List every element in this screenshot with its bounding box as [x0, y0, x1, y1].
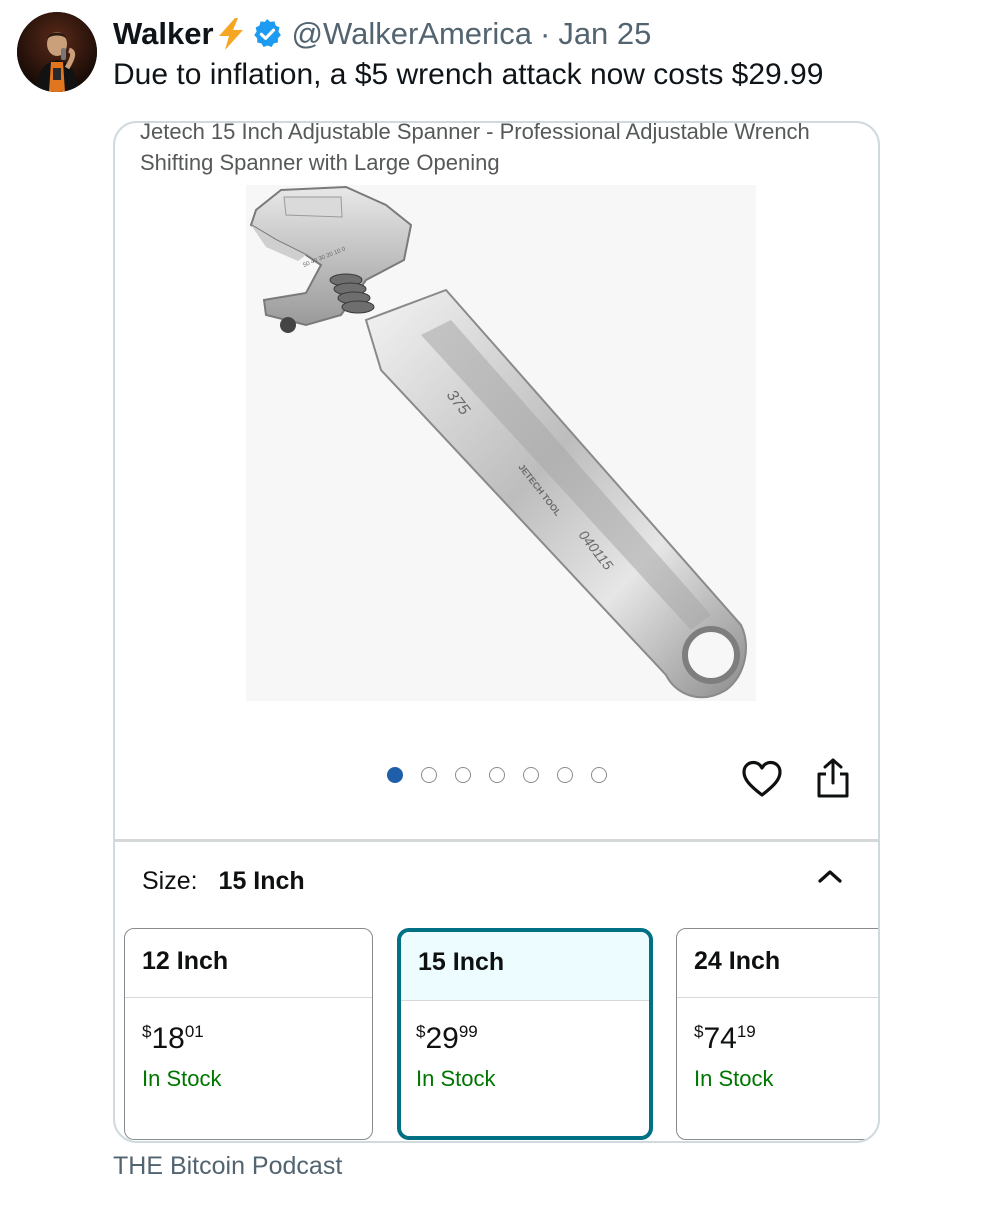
attached-image-card[interactable]: Jetech 15 Inch Adjustable Spanner - Prof… [113, 121, 880, 1143]
chevron-up-icon[interactable] [815, 864, 845, 888]
image-source-label[interactable]: THE Bitcoin Podcast [113, 1152, 342, 1181]
stock-status: In Stock [416, 1066, 496, 1091]
image-gallery-dots[interactable] [387, 767, 607, 783]
author-handle[interactable]: @WalkerAmerica [292, 16, 532, 52]
size-option-name: 12 Inch [125, 929, 372, 998]
gallery-dot-5[interactable] [523, 767, 539, 783]
section-divider [115, 839, 878, 842]
heart-icon[interactable] [741, 759, 783, 799]
size-option-name: 15 Inch [401, 932, 649, 1001]
header-separator: · [539, 16, 551, 51]
price-whole: 29 [425, 1022, 459, 1055]
stock-status: In Stock [142, 1066, 222, 1091]
tweet-text: Due to inflation, a $5 wrench attack now… [113, 58, 824, 91]
tweet-header: Walker @WalkerAmerica · Jan 25 [113, 14, 651, 54]
gallery-dot-2[interactable] [421, 767, 437, 783]
gallery-dot-1[interactable] [387, 767, 403, 783]
size-option-price: $7419 [694, 1022, 756, 1056]
gallery-dot-3[interactable] [455, 767, 471, 783]
gallery-dot-7[interactable] [591, 767, 607, 783]
price-cents: 19 [736, 1022, 756, 1041]
price-cents: 01 [184, 1022, 204, 1041]
author-avatar[interactable] [17, 12, 97, 92]
author-name[interactable]: Walker [113, 16, 214, 52]
stock-status: In Stock [694, 1066, 774, 1091]
verified-badge-icon[interactable] [250, 17, 284, 51]
share-icon[interactable] [815, 757, 851, 799]
wrench-product-image[interactable]: 375 JETECH TOOL 040115 50 40 30 20 10 0 [246, 185, 756, 701]
size-option-12-inch[interactable]: 12 Inch $1801 In Stock [124, 928, 373, 1140]
gallery-dot-4[interactable] [489, 767, 505, 783]
price-whole: 18 [151, 1022, 185, 1055]
size-option-15-inch[interactable]: 15 Inch $2999 In Stock [397, 928, 653, 1140]
size-option-name: 24 Inch [677, 929, 878, 998]
size-selector-row[interactable]: Size: 15 Inch [142, 867, 305, 896]
price-whole: 74 [703, 1022, 737, 1055]
gallery-dot-6[interactable] [557, 767, 573, 783]
size-option-24-inch[interactable]: 24 Inch $7419 In Stock [676, 928, 878, 1140]
selected-size-value: 15 Inch [218, 867, 305, 895]
size-label: Size: [142, 867, 198, 895]
lightning-bolt-icon [216, 17, 246, 51]
tweet-date[interactable]: Jan 25 [558, 16, 651, 52]
price-cents: 99 [458, 1022, 478, 1041]
size-option-price: $1801 [142, 1022, 204, 1056]
size-option-price: $2999 [416, 1022, 478, 1056]
product-title: Jetech 15 Inch Adjustable Spanner - Prof… [140, 121, 810, 175]
